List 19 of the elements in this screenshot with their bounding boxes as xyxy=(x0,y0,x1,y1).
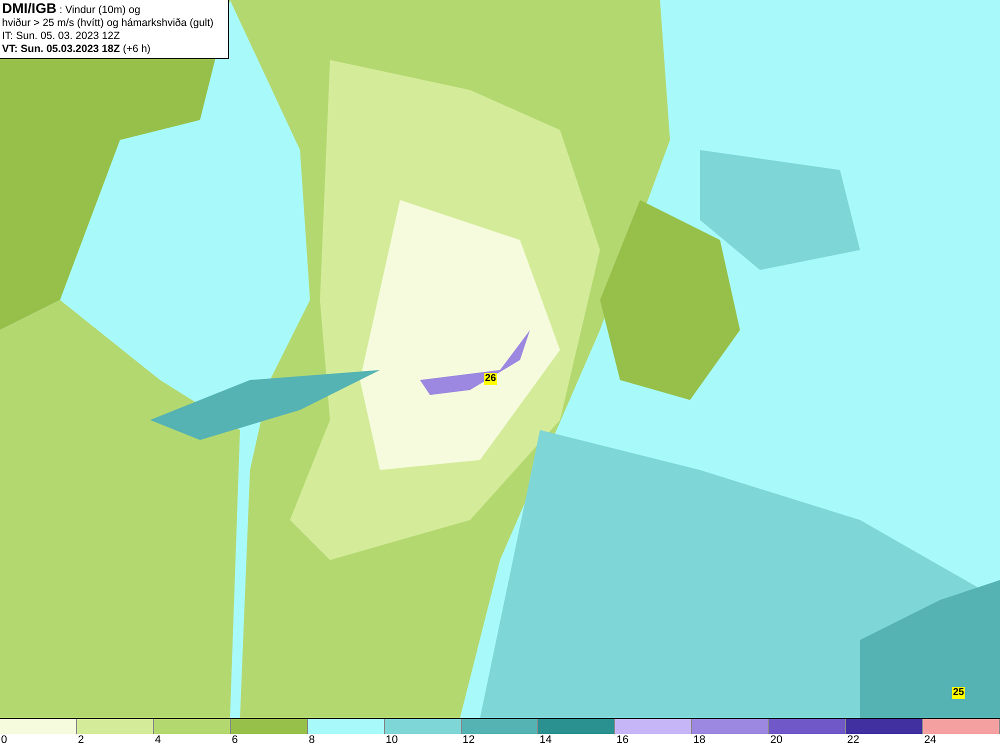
scale-label: 24 xyxy=(923,734,936,747)
scale-label: 10 xyxy=(384,734,398,747)
scale-label: 22 xyxy=(846,734,860,747)
scale-label: 14 xyxy=(538,734,552,747)
scale-label: 6 xyxy=(230,734,238,747)
title-text: hviður > 25 m/s (hvítt) og hámarkshviða (gult) xyxy=(2,17,215,30)
title-text: DMI/IGB : Vindur (10m) og xyxy=(2,2,142,17)
scale-label: 0 xyxy=(0,734,8,747)
scale-label: 2 xyxy=(76,734,84,747)
scale-label: 4 xyxy=(154,734,161,747)
scale-label: 16 xyxy=(615,734,629,747)
scale-label: 20 xyxy=(769,734,782,747)
gust-value-badge: 26 xyxy=(484,373,498,385)
scale-label: 12 xyxy=(462,734,475,747)
scale-label: 18 xyxy=(692,734,706,747)
title-text: IT: Sun. 05. 03. 2023 12Z xyxy=(2,30,121,43)
gust-value-badge: 25 xyxy=(952,687,966,699)
title-text: VT: Sun. 05.03.2023 18Z (+6 h) xyxy=(2,43,152,56)
scale-label: 8 xyxy=(308,734,315,747)
